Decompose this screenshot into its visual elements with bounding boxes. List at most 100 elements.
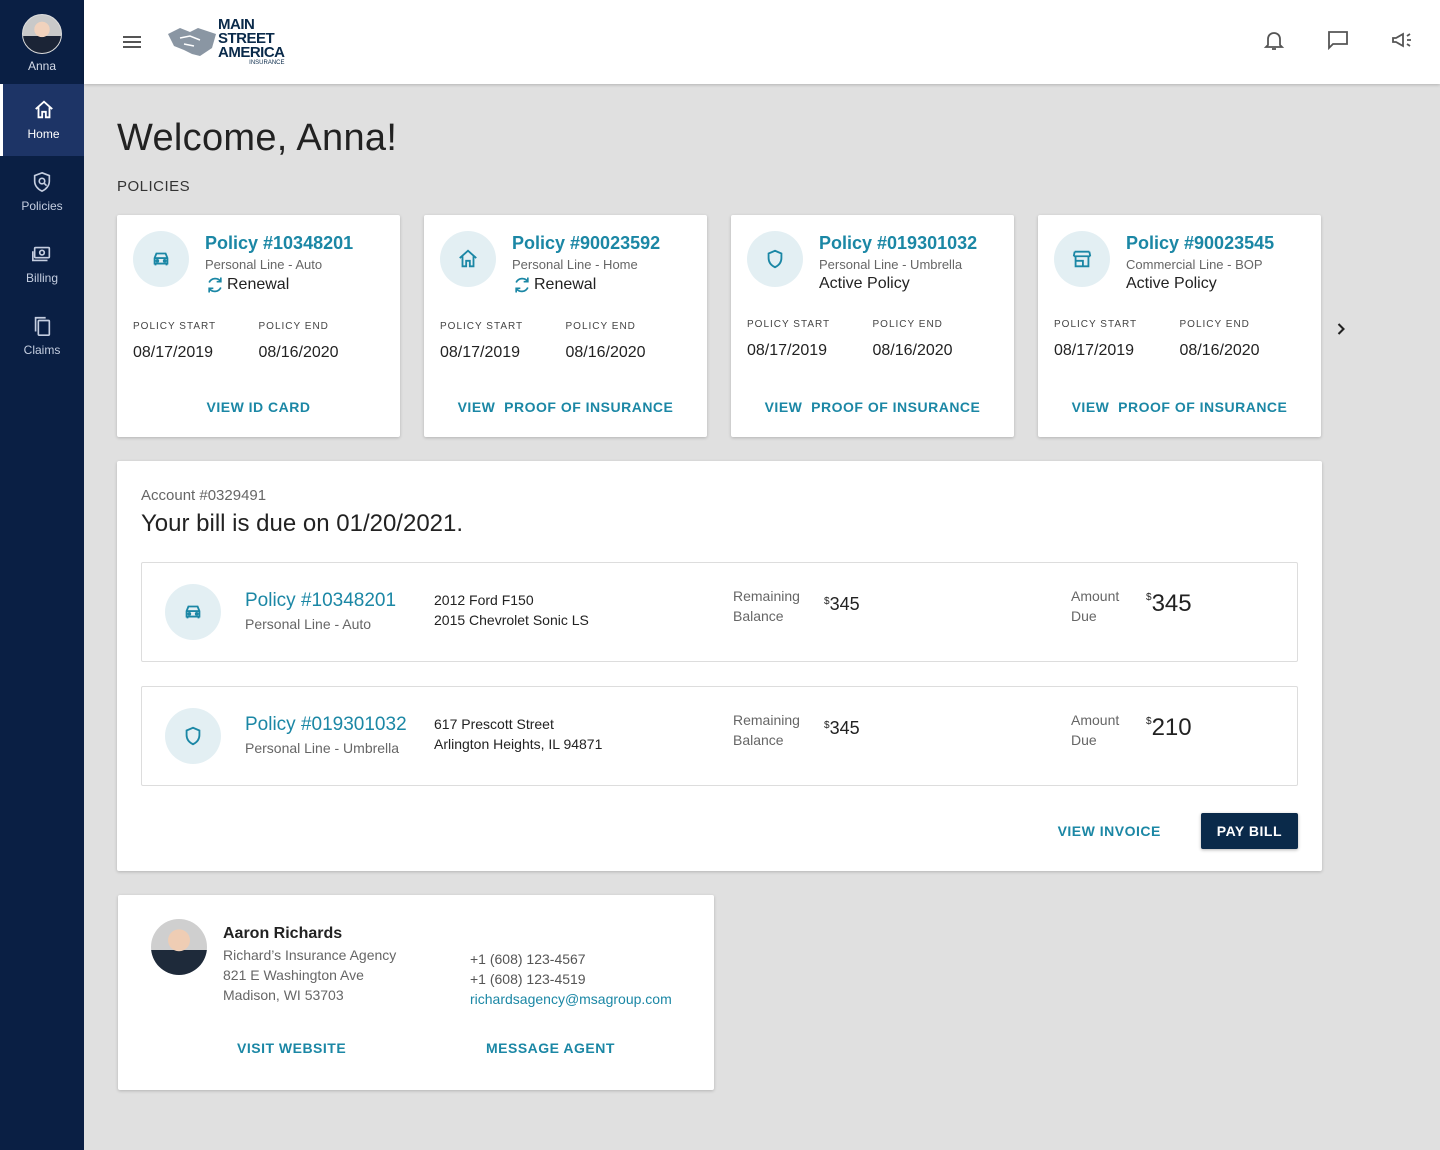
remaining-label-line: Balance: [733, 732, 784, 748]
megaphone-icon[interactable]: [1390, 28, 1414, 52]
policy-line: Personal Line - Umbrella: [819, 257, 963, 272]
view-proof-of-insurance-link[interactable]: VIEW PROOF OF INSURANCE: [1038, 399, 1321, 415]
policy-end-date: 08/16/2020: [258, 344, 339, 361]
currency-symbol: $: [1146, 592, 1152, 603]
policy-number[interactable]: Policy #019301032: [819, 233, 977, 254]
policy-end-date: 08/16/2020: [1179, 342, 1260, 359]
shield-icon: [767, 249, 783, 269]
currency-symbol: $: [824, 720, 830, 731]
remaining-label-line: Remaining: [733, 588, 800, 604]
policy-start-date: 08/17/2019: [440, 344, 521, 361]
policy-status: Renewal: [512, 275, 660, 295]
agent-phone[interactable]: +1 (608) 123-4567: [470, 951, 672, 967]
sidebar-item-label: Policies: [21, 199, 63, 213]
amount-label-line: Amount: [1071, 588, 1120, 604]
handshake-logo-icon: [168, 28, 216, 56]
bell-icon[interactable]: [1262, 28, 1286, 52]
policy-end-label: POLICY END: [1179, 319, 1250, 330]
view-proof-of-insurance-link[interactable]: VIEW PROOF OF INSURANCE: [731, 399, 1014, 415]
agent-email-link[interactable]: richardsagency@msagroup.com: [470, 991, 672, 1007]
logo-line: AMERICA: [218, 43, 285, 61]
bill-row: Policy #019301032 Personal Line - Umbrel…: [141, 686, 1298, 786]
currency-symbol: $: [1146, 716, 1152, 727]
currency-symbol: $: [824, 596, 830, 607]
policy-end-label: POLICY END: [872, 319, 943, 330]
amount-due-value: $345: [1146, 590, 1192, 618]
policy-number[interactable]: Policy #10348201: [205, 233, 353, 254]
remaining-balance-value: $345: [824, 594, 860, 615]
policy-status-label: Renewal: [227, 276, 290, 293]
policy-end-label: POLICY END: [565, 321, 636, 332]
agent-avatar: [151, 919, 207, 975]
policy-card[interactable]: Policy #10348201 Personal Line - Auto Re…: [117, 215, 400, 437]
insured-item: 2015 Chevrolet Sonic LS: [434, 612, 589, 628]
menu-button[interactable]: [120, 30, 144, 54]
sidebar-item-claims[interactable]: Claims: [0, 300, 84, 372]
user-name: Anna: [27, 59, 57, 73]
chat-icon[interactable]: [1326, 28, 1350, 52]
visit-website-button[interactable]: VISIT WEBSITE: [237, 1040, 346, 1056]
account-number: Account #0329491: [141, 487, 267, 504]
policy-end-label: POLICY END: [258, 321, 329, 332]
policy-type-badge: [165, 584, 221, 640]
billing-icon: [32, 246, 51, 262]
sidebar-item-home[interactable]: Home: [0, 84, 84, 156]
insured-item: 2012 Ford F150: [434, 592, 534, 608]
sidebar-item-policies[interactable]: Policies: [0, 156, 84, 228]
remaining-amount: 345: [829, 594, 860, 614]
policy-type-badge: [133, 231, 189, 287]
policy-number[interactable]: Policy #019301032: [245, 714, 407, 736]
policy-start-date: 08/17/2019: [747, 342, 828, 359]
policy-start-label: POLICY START: [747, 319, 831, 330]
sidebar: Anna Home Policies Billing Claims: [0, 0, 84, 1150]
view-invoice-button[interactable]: VIEW INVOICE: [1058, 823, 1161, 839]
amount-label-line: Amount: [1071, 712, 1120, 728]
view-id-card-link[interactable]: VIEW ID CARD: [117, 399, 400, 415]
agent-phone[interactable]: +1 (608) 123-4519: [470, 971, 672, 987]
policy-line: Personal Line - Home: [512, 257, 638, 272]
sidebar-item-billing[interactable]: Billing: [0, 228, 84, 300]
hamburger-icon: [123, 36, 141, 48]
insured-items: 2012 Ford F150 2015 Chevrolet Sonic LS: [434, 590, 589, 630]
agency-city: Madison, WI 53703: [223, 987, 344, 1003]
policy-start-label: POLICY START: [440, 321, 524, 332]
sidebar-item-label: Home: [27, 127, 60, 141]
amount-due-value: $210: [1146, 714, 1192, 742]
view-proof-of-insurance-link[interactable]: VIEW PROOF OF INSURANCE: [424, 399, 707, 415]
company-logo[interactable]: MAIN STREET AMERICA INSURANCE: [166, 17, 285, 67]
amount-due: 345: [1151, 590, 1192, 617]
sidebar-item-label: Claims: [23, 343, 61, 357]
policy-number[interactable]: Policy #10348201: [245, 590, 396, 612]
page-title: Welcome, Anna!: [117, 117, 398, 159]
policy-line: Personal Line - Auto: [205, 257, 323, 272]
policy-number[interactable]: Policy #90023545: [1126, 233, 1274, 254]
insured-items: 617 Prescott Street Arlington Heights, I…: [434, 714, 602, 754]
user-profile[interactable]: Anna: [0, 0, 84, 84]
remaining-amount: 345: [829, 718, 860, 738]
claims-icon: [34, 316, 51, 336]
pay-bill-button[interactable]: PAY BILL: [1200, 813, 1298, 849]
policy-start-date: 08/17/2019: [133, 344, 214, 361]
policy-type-badge: [747, 231, 803, 287]
policy-type-badge: [440, 231, 496, 287]
policy-number[interactable]: Policy #90023592: [512, 233, 660, 254]
policy-start-date: 08/17/2019: [1054, 342, 1135, 359]
policy-start-label: POLICY START: [133, 321, 217, 332]
avatar[interactable]: [22, 14, 62, 54]
chevron-right-icon[interactable]: [1331, 319, 1351, 339]
home-icon: [459, 249, 477, 268]
store-icon: [1072, 250, 1092, 268]
policy-status: Active Policy: [819, 275, 977, 293]
agency-address: 821 E Washington Ave: [223, 967, 364, 983]
policy-card[interactable]: Policy #90023545 Commercial Line - BOP A…: [1038, 215, 1321, 437]
policy-status-label: Renewal: [534, 276, 597, 293]
policy-start-label: POLICY START: [1054, 319, 1138, 330]
message-agent-button[interactable]: MESSAGE AGENT: [486, 1040, 615, 1056]
bill-due-text: Your bill is due on 01/20/2021.: [141, 510, 464, 537]
policy-card[interactable]: Policy #90023592 Personal Line - Home Re…: [424, 215, 707, 437]
policy-card[interactable]: Policy #019301032 Personal Line - Umbrel…: [731, 215, 1014, 437]
policy-status: Active Policy: [1126, 275, 1274, 293]
bill-card: Account #0329491 Your bill is due on 01/…: [117, 461, 1322, 871]
home-icon: [34, 100, 53, 119]
sidebar-item-label: Billing: [25, 271, 58, 285]
